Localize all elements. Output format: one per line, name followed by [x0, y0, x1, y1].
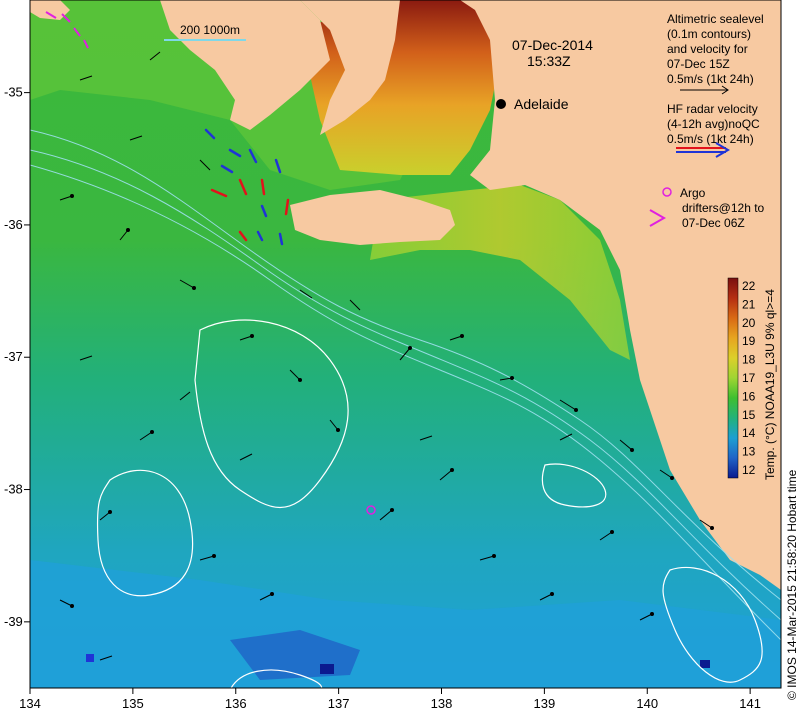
x-tick-label: 134: [19, 696, 41, 711]
scale-label: 200 1000m: [180, 23, 240, 37]
cold-pixel: [320, 664, 334, 674]
y-tick-label: -39: [4, 614, 23, 629]
legend-altimetric-line: 07-Dec 15Z: [667, 57, 730, 71]
colorbar-tick-label: 19: [742, 334, 756, 348]
cold-pixel: [700, 660, 710, 668]
x-axis: 134 135 136 137 138 139 140 141: [19, 688, 761, 711]
colorbar-ticks: 22 21 20 19 18 17 16 15 14 13 12: [742, 279, 756, 477]
x-tick-label: 139: [534, 696, 556, 711]
x-tick-label: 135: [122, 696, 144, 711]
y-axis: -35 -36 -37 -38 -39: [4, 85, 30, 629]
x-tick-label: 138: [431, 696, 453, 711]
credit-line: © IMOS 14-Mar-2015 21:58:20 Hobart time: [785, 469, 799, 700]
colorbar-label: Temp. (°C) NOAA19_L3U 9% ql>=4: [763, 289, 777, 480]
legend-argo-label: Argo: [680, 186, 706, 200]
y-tick-label: -35: [4, 85, 23, 100]
cold-pixel: [86, 654, 94, 662]
colorbar-tick-label: 21: [742, 297, 756, 311]
colorbar-tick-label: 15: [742, 408, 756, 422]
colorbar-tick-label: 18: [742, 353, 756, 367]
x-tick-label: 140: [636, 696, 658, 711]
colorbar-tick-label: 22: [742, 279, 756, 293]
colorbar: 22 21 20 19 18 17 16 15 14 13 12 Temp. (°C) NOAA19…: [727, 277, 777, 480]
legend-altimetric-line: Altimetric sealevel: [667, 12, 764, 26]
ocean-map: Adelaide 200 1000m 07-Dec-2014 15:33Z Al…: [4, 0, 799, 711]
colorbar-tick-label: 20: [742, 316, 756, 330]
y-tick-label: -37: [4, 349, 23, 364]
y-tick-label: -38: [4, 482, 23, 497]
adelaide-marker: [496, 99, 506, 109]
map-time: 15:33Z: [527, 53, 571, 69]
y-tick-label: -36: [4, 217, 23, 232]
x-tick-label: 136: [225, 696, 247, 711]
legend-altimetric-line: 0.5m/s (1kt 24h): [667, 72, 754, 86]
colorbar-tick-label: 16: [742, 389, 756, 403]
legend-hf-line: (4-12h avg)noQC: [667, 117, 760, 131]
map-area: Adelaide 200 1000m 07-Dec-2014 15:33Z Al…: [30, 0, 781, 688]
legend-drifters-line: 07-Dec 06Z: [682, 216, 745, 230]
legend-hf-line: 0.5m/s (1kt 24h): [667, 132, 754, 146]
legend-altimetric-line: (0.1m contours): [667, 27, 751, 41]
x-tick-label: 137: [328, 696, 350, 711]
colorbar-tick-label: 17: [742, 371, 756, 385]
colorbar-tick-label: 12: [742, 463, 756, 477]
x-tick-label: 141: [739, 696, 761, 711]
map-date: 07-Dec-2014: [512, 37, 593, 53]
legend-altimetric-line: and velocity for: [667, 42, 748, 56]
colorbar-tick-label: 14: [742, 426, 756, 440]
place-label-adelaide: Adelaide: [514, 96, 569, 112]
colorbar-ramp: [727, 277, 739, 479]
colorbar-tick-label: 13: [742, 445, 756, 459]
legend-drifters-line: drifters@12h to: [682, 201, 765, 215]
legend-hf-line: HF radar velocity: [667, 102, 758, 116]
